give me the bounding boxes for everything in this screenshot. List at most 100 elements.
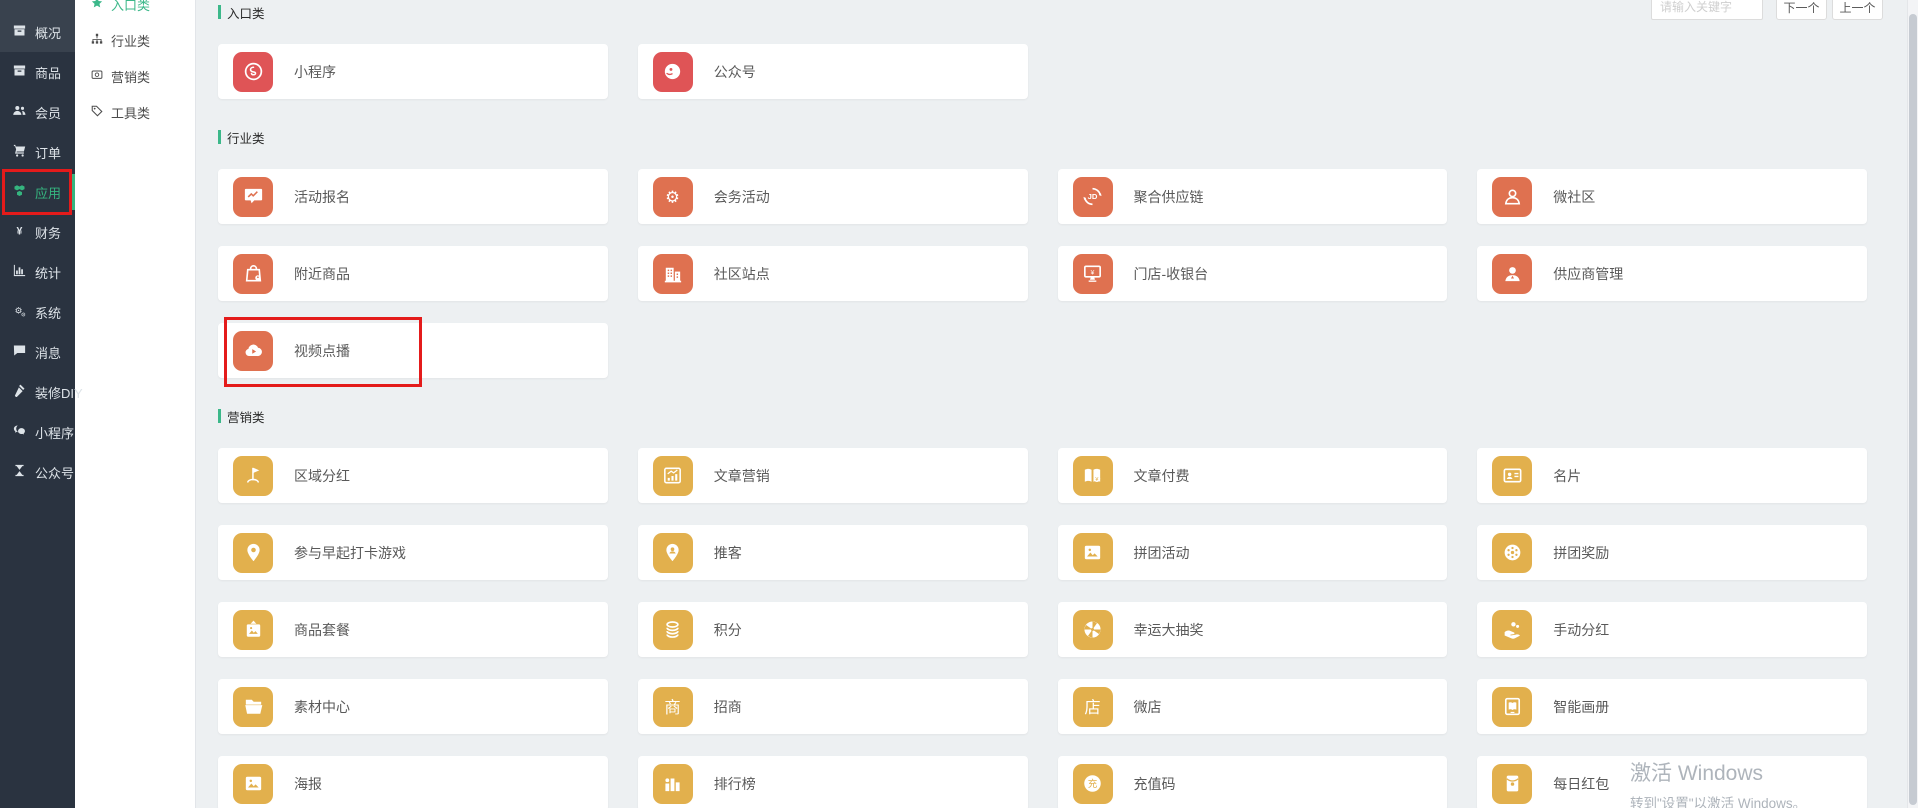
category-item-tools[interactable]: 工具类 xyxy=(75,94,195,130)
category-item-marketing[interactable]: 营销类 xyxy=(75,58,195,94)
star-icon xyxy=(90,0,104,13)
sidebar-item-label: 公众号 xyxy=(35,463,74,482)
app-card-label: 排行榜 xyxy=(714,774,756,794)
supplier-icon xyxy=(1492,254,1532,294)
app-card-region-flag[interactable]: 区域分红 xyxy=(218,448,608,503)
prev-button[interactable]: 上一个 xyxy=(1832,0,1883,20)
app-card-recharge[interactable]: 充充值码 xyxy=(1058,756,1448,808)
app-card-namecard[interactable]: 名片 xyxy=(1477,448,1867,503)
active-indicator xyxy=(71,174,75,210)
sidebar-top-strip xyxy=(0,0,75,12)
photo-icon xyxy=(1073,533,1113,573)
red-packet-icon xyxy=(1492,764,1532,804)
app-card-photo[interactable]: 拼团活动 xyxy=(1058,525,1448,580)
app-card-article-chart[interactable]: 文章营销 xyxy=(638,448,1028,503)
sidebar-item-finance[interactable]: ¥财务 xyxy=(0,212,75,252)
scrollbar-thumb[interactable] xyxy=(1909,14,1917,805)
category-item-label: 营销类 xyxy=(111,67,150,86)
nearby-goods-icon xyxy=(233,254,273,294)
app-card-miniprogram[interactable]: 小程序 xyxy=(218,44,608,99)
app-card-label: 招商 xyxy=(714,697,742,717)
app-card-char-dian[interactable]: 店微店 xyxy=(1058,679,1448,734)
pos-icon: ¥ xyxy=(1073,254,1113,294)
app-card-album[interactable]: 智能画册 xyxy=(1477,679,1867,734)
app-card-wheel-dots[interactable]: 拼团奖励 xyxy=(1477,525,1867,580)
next-button[interactable]: 下一个 xyxy=(1776,0,1827,20)
marketing-icon xyxy=(90,68,104,85)
apps-icon xyxy=(12,183,27,201)
category-item-star[interactable]: 入口类 xyxy=(75,0,195,22)
app-card-gear[interactable]: ⚙会务活动 xyxy=(638,169,1028,224)
industry-icon xyxy=(90,32,104,49)
app-card-vod[interactable]: 视频点播 xyxy=(218,323,608,378)
scrollbar[interactable] xyxy=(1907,0,1918,808)
sidebar-item-members[interactable]: 会员 xyxy=(0,92,75,132)
sidebar-item-stats[interactable]: 统计 xyxy=(0,252,75,292)
app-card-photo-hang[interactable]: 商品套餐 xyxy=(218,602,608,657)
pinwheel-icon xyxy=(1073,610,1113,650)
svg-text:⚙: ⚙ xyxy=(21,311,26,318)
sidebar-item-miniapp[interactable]: 小程序 xyxy=(0,412,75,452)
app-card-label: 会务活动 xyxy=(714,187,770,207)
svg-text:JD: JD xyxy=(1088,192,1098,201)
svg-text:充: 充 xyxy=(1088,778,1098,790)
category-item-label: 工具类 xyxy=(111,103,150,122)
article-pay-icon: ¥ xyxy=(1073,456,1113,496)
sidebar-item-system[interactable]: ⚙⚙系统 xyxy=(0,292,75,332)
app-card-folder[interactable]: 素材中心 xyxy=(218,679,608,734)
app-card-map-pin[interactable]: 参与早起打卡游戏 xyxy=(218,525,608,580)
app-card-red-packet[interactable]: 每日红包 xyxy=(1477,756,1867,808)
sidebar-item-label: 概况 xyxy=(35,23,61,42)
section-title-text: 行业类 xyxy=(227,128,265,147)
members-icon xyxy=(12,103,27,121)
sidebar-item-apps[interactable]: 应用 xyxy=(0,172,75,212)
app-card-photo[interactable]: 海报 xyxy=(218,756,608,808)
main-sidebar: 概况商品会员订单应用¥财务统计 ⚙⚙系统消息装修DIY小程序公众号 xyxy=(0,0,75,808)
category-item-industry[interactable]: 行业类 xyxy=(75,22,195,58)
sidebar-item-official[interactable]: 公众号 xyxy=(0,452,75,492)
app-card-building[interactable]: 社区站点 xyxy=(638,246,1028,301)
app-card-jd[interactable]: JD 聚合供应链 xyxy=(1058,169,1448,224)
app-card-coins[interactable]: 积分 xyxy=(638,602,1028,657)
app-card-label: 聚合供应链 xyxy=(1134,187,1204,207)
app-card-label: 智能画册 xyxy=(1553,697,1609,717)
recharge-icon: 充 xyxy=(1073,764,1113,804)
app-card-community[interactable]: 微社区 xyxy=(1477,169,1867,224)
sidebar-item-diy[interactable]: 装修DIY xyxy=(0,372,75,412)
namecard-icon xyxy=(1492,456,1532,496)
sidebar-item-goods[interactable]: 商品 xyxy=(0,52,75,92)
ranking-icon xyxy=(653,764,693,804)
sidebar-item-messages[interactable]: 消息 xyxy=(0,332,75,372)
app-card-official-account[interactable]: 公众号 xyxy=(638,44,1028,99)
sidebar-item-label: 统计 xyxy=(35,263,61,282)
char-dian-icon: 店 xyxy=(1073,687,1113,727)
app-card-supplier[interactable]: 供应商管理 xyxy=(1477,246,1867,301)
main-content: 下一个 上一个 入口类小程序公众号行业类活动报名⚙会务活动JD聚合供应链微社区附… xyxy=(196,0,1918,808)
app-card-person-pin[interactable]: 推客 xyxy=(638,525,1028,580)
app-card-activity[interactable]: 活动报名 xyxy=(218,169,608,224)
app-card-pinwheel[interactable]: 幸运大抽奖 xyxy=(1058,602,1448,657)
app-card-char-shang[interactable]: 商 招商 xyxy=(638,679,1028,734)
app-card-label: 小程序 xyxy=(294,62,336,82)
sidebar-item-orders[interactable]: 订单 xyxy=(0,132,75,172)
app-card-ranking[interactable]: 排行榜 xyxy=(638,756,1028,808)
sidebar-item-label: 会员 xyxy=(35,103,61,122)
app-card-label: 区域分红 xyxy=(294,466,350,486)
sidebar-item-label: 商品 xyxy=(35,63,61,82)
app-card-article-pay[interactable]: ¥文章付费 xyxy=(1058,448,1448,503)
orders-icon xyxy=(12,143,27,161)
app-card-label: 微社区 xyxy=(1553,187,1595,207)
search-input[interactable] xyxy=(1651,0,1763,20)
app-card-hand-coin[interactable]: 手动分红 xyxy=(1477,602,1867,657)
app-card-pos[interactable]: ¥门店-收银台 xyxy=(1058,246,1448,301)
char-shang-icon: 商 xyxy=(653,687,693,727)
section: 营销类区域分红文章营销¥文章付费名片参与早起打卡游戏推客拼团活动拼团奖励商品套餐… xyxy=(218,408,1867,808)
system-icon: ⚙⚙ xyxy=(12,303,27,321)
photo-hang-icon xyxy=(233,610,273,650)
app-root: 概况商品会员订单应用¥财务统计⚙⚙系统消息装修DIY小程序公众号 入口类行业类营… xyxy=(0,0,1918,808)
stats-icon xyxy=(12,263,27,281)
app-card-nearby-goods[interactable]: 附近商品 xyxy=(218,246,608,301)
app-card-label: 拼团奖励 xyxy=(1553,543,1609,563)
sidebar-item-overview[interactable]: 概况 xyxy=(0,12,75,52)
finance-icon: ¥ xyxy=(12,223,27,241)
